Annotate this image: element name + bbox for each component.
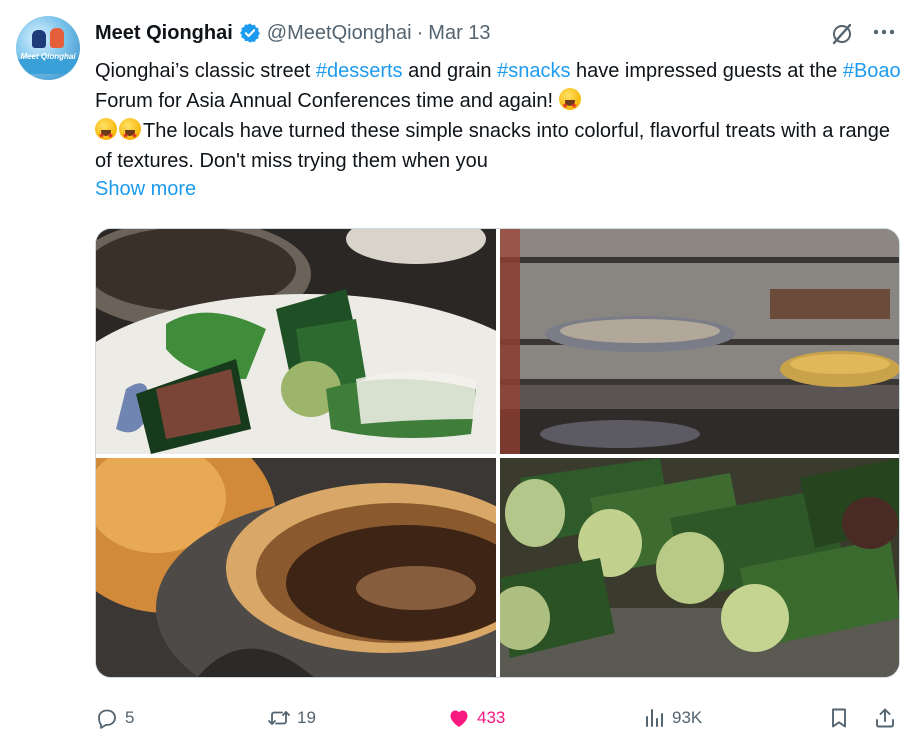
photo-display-case[interactable] xyxy=(500,229,899,454)
text-segment: Forum for Asia Annual Conferences time a… xyxy=(95,90,559,112)
hashtag-boao[interactable]: #Boao xyxy=(843,60,901,82)
heart-icon xyxy=(450,710,468,727)
reply-count: 5 xyxy=(125,708,135,727)
repost-count: 19 xyxy=(297,708,316,727)
separator-dot: · xyxy=(416,21,424,44)
photo-rice-rolls[interactable] xyxy=(500,458,899,677)
star-struck-emoji-icon xyxy=(558,88,581,121)
text-segment: The locals have turned these simple snac… xyxy=(95,120,891,172)
share-button[interactable] xyxy=(873,700,903,736)
text-segment: Qionghai’s classic street xyxy=(95,60,316,82)
author-name[interactable]: Meet Qionghai xyxy=(95,22,233,45)
bookmark-icon xyxy=(832,708,846,728)
repost-icon xyxy=(268,711,290,725)
verified-badge-icon[interactable] xyxy=(239,22,261,44)
like-count: 433 xyxy=(477,708,506,727)
views-icon xyxy=(646,709,663,727)
photo-egg-tart[interactable] xyxy=(96,458,496,677)
hashtag-snacks[interactable]: #snacks xyxy=(497,60,570,82)
reply-button[interactable]: 5 xyxy=(95,700,134,736)
reply-icon xyxy=(98,709,116,729)
repost-button[interactable]: 19 xyxy=(267,700,316,736)
views-count: 93K xyxy=(672,708,703,727)
avatar-figure xyxy=(32,30,46,48)
star-struck-emoji-icon xyxy=(119,118,141,151)
avatar[interactable]: Meet Qionghai xyxy=(16,16,80,80)
avatar-text: Meet Qionghai xyxy=(20,52,76,61)
media-grid xyxy=(95,228,900,678)
text-segment: have impressed guests at the xyxy=(570,60,843,82)
show-more-link[interactable]: Show more xyxy=(95,178,196,201)
text-segment: and grain xyxy=(402,60,498,82)
tweet-date[interactable]: Mar 13 xyxy=(428,22,490,45)
action-bar: 5 19 433 93K xyxy=(95,700,905,736)
tweet-text: Qionghai’s classic street #desserts and … xyxy=(95,56,905,176)
more-icon[interactable] xyxy=(870,20,898,44)
star-struck-emoji-icon xyxy=(95,118,117,151)
share-icon xyxy=(876,708,894,728)
bookmark-button[interactable] xyxy=(827,700,857,736)
grok-icon[interactable] xyxy=(830,22,854,46)
avatar-figure xyxy=(50,28,64,48)
author-handle[interactable]: @MeetQionghai xyxy=(267,22,412,45)
photo-leaf-snacks[interactable] xyxy=(96,229,496,454)
views-button[interactable]: 93K xyxy=(642,700,702,736)
hashtag-desserts[interactable]: #desserts xyxy=(316,60,403,82)
tweet-header: Meet Qionghai @MeetQionghai · Mar 13 xyxy=(95,20,491,46)
like-button[interactable]: 433 xyxy=(447,700,505,736)
